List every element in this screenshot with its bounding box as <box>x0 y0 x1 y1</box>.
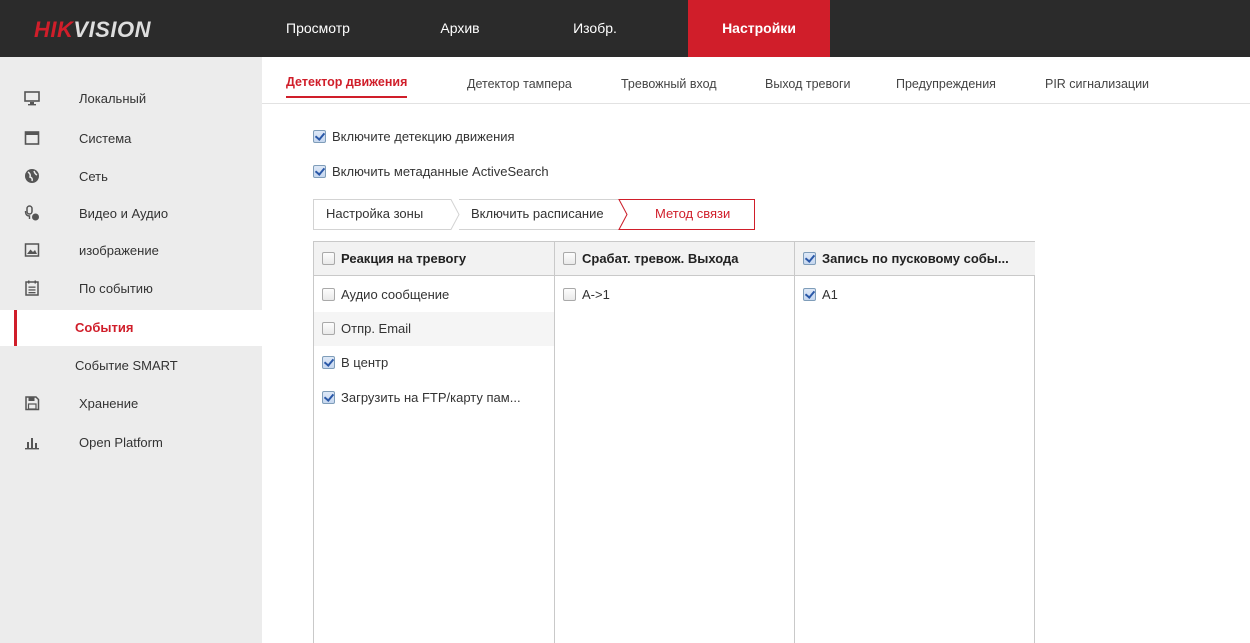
tab-alarm-output[interactable]: Выход тревоги <box>765 77 851 91</box>
sidebar-item-label: изображение <box>79 243 159 258</box>
column-trigger-recording[interactable]: Запись по пусковому собы... <box>795 242 1035 276</box>
sidebar-item-video-audio[interactable]: Видео и Аудио <box>0 196 262 232</box>
notify-center-checkbox[interactable] <box>322 356 335 369</box>
bar-chart-icon <box>25 438 39 450</box>
list-item[interactable]: Аудио сообщение <box>314 278 554 312</box>
sidebar-item-label: Локальный <box>79 91 147 106</box>
sidebar-item-label: События <box>75 320 134 335</box>
sidebar-item-storage[interactable]: Хранение <box>0 386 262 422</box>
globe-icon <box>25 169 39 183</box>
step-area-settings[interactable]: Настройка зоны <box>326 199 423 229</box>
list-item[interactable]: A->1 <box>555 278 794 312</box>
sidebar-item-image[interactable]: изображение <box>0 233 262 269</box>
calendar-icon <box>25 280 39 296</box>
sidebar: Локальный Система Сеть Видео и Аудио изо… <box>0 57 262 643</box>
topnav-playback[interactable]: Архив <box>425 0 495 57</box>
hikvision-logo: HIKVISION <box>34 17 151 42</box>
step-linkage-method[interactable]: Метод связи <box>655 199 730 229</box>
sidebar-item-label: Хранение <box>79 396 139 411</box>
tab-motion-detection[interactable]: Детектор движения <box>286 75 408 98</box>
send-email-checkbox[interactable] <box>322 322 335 335</box>
tab-exception[interactable]: Предупреждения <box>896 77 996 91</box>
tab-video-tampering[interactable]: Детектор тампера <box>467 77 572 91</box>
enable-motion-detection-label: Включите детекцию движения <box>332 129 515 144</box>
top-bar: HIKVISION Просмотр Архив Изобр. Настройк… <box>0 0 1250 57</box>
column-normal-linkage[interactable]: Реакция на тревогу <box>314 242 554 276</box>
sidebar-item-smart-event[interactable]: Событие SMART <box>0 348 262 384</box>
sidebar-item-local[interactable]: Локальный <box>0 81 262 117</box>
step-arming-schedule[interactable]: Включить расписание <box>471 199 604 229</box>
column-trigger-alarm-output[interactable]: Срабат. тревож. Выхода <box>555 242 794 276</box>
monitor-icon <box>24 91 40 106</box>
upload-ftp-checkbox[interactable] <box>322 391 335 404</box>
save-icon <box>25 396 40 411</box>
sidebar-item-label: Сеть <box>79 169 108 184</box>
linkage-table: Реакция на тревогу Срабат. тревож. Выход… <box>313 241 1035 643</box>
window-icon <box>24 131 40 145</box>
enable-metadata-row[interactable]: Включить метаданные ActiveSearch <box>313 164 549 179</box>
sidebar-item-label: По событию <box>79 281 153 296</box>
enable-motion-detection-row[interactable]: Включите детекцию движения <box>313 129 515 144</box>
tab-alarm-input[interactable]: Тревожный вход <box>621 77 717 91</box>
sidebar-item-label: Видео и Аудио <box>79 206 169 221</box>
enable-motion-detection-checkbox[interactable] <box>313 130 326 143</box>
tab-pir-alarm[interactable]: PIR сигнализации <box>1045 77 1149 91</box>
list-item[interactable]: A1 <box>795 278 1035 312</box>
sidebar-item-basic-event[interactable]: События <box>0 310 262 346</box>
sidebar-item-open-platform[interactable]: Open Platform <box>0 425 262 461</box>
topnav-live-view[interactable]: Просмотр <box>273 0 363 57</box>
sidebar-item-label: Open Platform <box>79 435 163 450</box>
event-subtabs: Детектор движения Детектор тампера Трево… <box>262 57 1250 104</box>
audio-warning-checkbox[interactable] <box>322 288 335 301</box>
alarm-output-checkbox[interactable] <box>563 288 576 301</box>
topnav-configuration[interactable]: Настройки <box>688 0 830 57</box>
column-checkbox[interactable] <box>322 252 335 265</box>
sidebar-item-label: Событие SMART <box>75 358 178 373</box>
image-icon <box>24 243 40 257</box>
enable-metadata-label: Включить метаданные ActiveSearch <box>332 164 549 179</box>
list-item[interactable]: В центр <box>314 346 554 380</box>
mic-camera-icon <box>24 205 39 221</box>
column-checkbox[interactable] <box>803 252 816 265</box>
sidebar-item-label: Система <box>79 131 132 146</box>
sidebar-item-system[interactable]: Система <box>0 121 262 157</box>
sidebar-item-event[interactable]: По событию <box>0 271 262 307</box>
list-item[interactable]: Отпр. Email <box>314 312 554 346</box>
enable-metadata-checkbox[interactable] <box>313 165 326 178</box>
sidebar-item-network[interactable]: Сеть <box>0 159 262 195</box>
topnav-picture[interactable]: Изобр. <box>560 0 630 57</box>
column-checkbox[interactable] <box>563 252 576 265</box>
record-channel-checkbox[interactable] <box>803 288 816 301</box>
list-item[interactable]: Загрузить на FTP/карту пам... <box>314 381 554 415</box>
